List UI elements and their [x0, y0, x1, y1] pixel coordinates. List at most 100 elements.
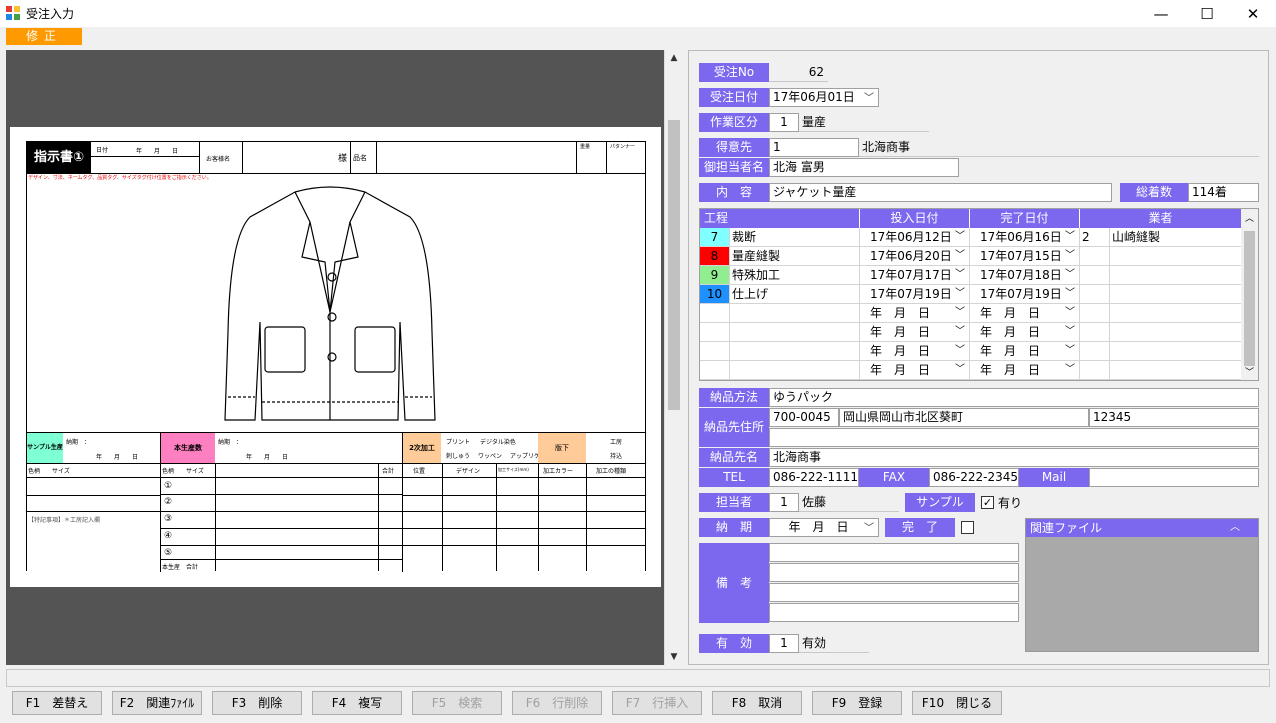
remarks-line3[interactable] — [769, 583, 1019, 602]
remarks-line2[interactable] — [769, 563, 1019, 582]
grid-scroll-thumb[interactable] — [1244, 231, 1255, 366]
vendor-name-cell[interactable] — [1110, 361, 1242, 380]
chevron-down-icon[interactable]: ﹀ — [955, 228, 965, 246]
start-date-cell[interactable]: 年 月 日 ﹀ — [860, 304, 970, 323]
process-code-cell[interactable]: 10 — [700, 285, 730, 304]
chevron-down-icon[interactable]: ﹀ — [955, 323, 965, 341]
start-date-cell[interactable]: 年 月 日 ﹀ — [860, 342, 970, 361]
address-input[interactable]: 岡山県岡山市北区葵町 — [839, 408, 1089, 427]
fkey-button-5[interactable]: F5 検索 — [412, 691, 502, 715]
chevron-down-icon[interactable]: ﹀ — [1065, 361, 1075, 379]
chevron-down-icon[interactable]: ﹀ — [1065, 228, 1075, 246]
start-date-cell[interactable]: 17年06月20日 ﹀ — [860, 247, 970, 266]
chevron-down-icon[interactable]: ﹀ — [955, 304, 965, 322]
process-name-cell[interactable] — [730, 304, 860, 323]
vendor-code-cell[interactable] — [1080, 285, 1110, 304]
process-code-cell[interactable]: 8 — [700, 247, 730, 266]
end-date-cell[interactable]: 年 月 日 ﹀ — [970, 304, 1080, 323]
chevron-down-icon[interactable]: ﹀ — [955, 361, 965, 379]
process-grid[interactable]: 工程 投入日付 完了日付 業者 7 裁断 17年06月12日 ﹀ 17年06月16日 ﹀ 2… — [699, 208, 1259, 381]
preview-scrollbar[interactable]: ▲ ▼ — [664, 50, 682, 665]
done-checkbox[interactable] — [961, 521, 974, 534]
order-date-picker[interactable]: 17年06月01日 ﹀ — [769, 88, 879, 107]
mail-input[interactable] — [1089, 468, 1259, 487]
delivery-name-input[interactable]: 北海商事 — [769, 448, 1259, 467]
contact-input[interactable]: 北海 富男 — [769, 158, 959, 177]
sample-checkbox[interactable]: ✓ — [981, 496, 994, 509]
staff-code-input[interactable]: 1 — [769, 493, 799, 512]
fkey-button-7[interactable]: F7 行挿入 — [612, 691, 702, 715]
process-code-cell[interactable]: 9 — [700, 266, 730, 285]
vendor-code-cell[interactable] — [1080, 304, 1110, 323]
chevron-up-icon[interactable]: ︿ — [1230, 519, 1240, 537]
vendor-code-cell[interactable] — [1080, 342, 1110, 361]
chevron-down-icon[interactable]: ﹀ — [955, 247, 965, 265]
chevron-down-icon[interactable]: ﹀ — [955, 285, 965, 303]
scroll-up-icon[interactable]: ︿ — [1241, 211, 1258, 224]
start-date-cell[interactable]: 年 月 日 ﹀ — [860, 361, 970, 380]
total-value[interactable]: 114着 — [1188, 183, 1259, 202]
related-files-panel[interactable]: 関連ファイル ︿ — [1025, 518, 1259, 652]
fkey-button-3[interactable]: F3 削除 — [212, 691, 302, 715]
vendor-name-cell[interactable] — [1110, 304, 1242, 323]
chevron-down-icon[interactable]: ﹀ — [1065, 304, 1075, 322]
vendor-name-cell[interactable] — [1110, 323, 1242, 342]
process-name-cell[interactable]: 仕上げ — [730, 285, 860, 304]
process-name-cell[interactable] — [730, 323, 860, 342]
maximize-button[interactable]: ☐ — [1184, 0, 1230, 27]
end-date-cell[interactable]: 17年07月19日 ﹀ — [970, 285, 1080, 304]
chevron-down-icon[interactable]: ﹀ — [955, 342, 965, 360]
address-line2-input[interactable] — [769, 428, 1259, 447]
vendor-name-cell[interactable] — [1110, 266, 1242, 285]
fkey-button-4[interactable]: F4 複写 — [312, 691, 402, 715]
vendor-name-cell[interactable]: 山崎縫製 — [1110, 228, 1242, 247]
close-button[interactable]: ✕ — [1230, 0, 1276, 27]
end-date-cell[interactable]: 17年07月18日 ﹀ — [970, 266, 1080, 285]
fkey-button-6[interactable]: F6 行削除 — [512, 691, 602, 715]
deadline-picker[interactable]: 年 月 日 ﹀ — [769, 518, 879, 537]
chevron-down-icon[interactable]: ﹀ — [864, 520, 874, 536]
vendor-code-cell[interactable] — [1080, 361, 1110, 380]
chevron-down-icon[interactable]: ﹀ — [1065, 247, 1075, 265]
end-date-cell[interactable]: 17年07月15日 ﹀ — [970, 247, 1080, 266]
address-number-input[interactable]: 12345 — [1089, 408, 1259, 427]
process-code-cell[interactable] — [700, 361, 730, 380]
start-date-cell[interactable]: 年 月 日 ﹀ — [860, 323, 970, 342]
fkey-button-1[interactable]: F1 差替え — [12, 691, 102, 715]
vendor-name-cell[interactable] — [1110, 285, 1242, 304]
process-name-cell[interactable]: 量産縫製 — [730, 247, 860, 266]
minimize-button[interactable]: — — [1138, 0, 1184, 27]
chevron-down-icon[interactable]: ﹀ — [1065, 266, 1075, 284]
end-date-cell[interactable]: 17年06月16日 ﹀ — [970, 228, 1080, 247]
vendor-name-cell[interactable] — [1110, 247, 1242, 266]
end-date-cell[interactable]: 年 月 日 ﹀ — [970, 342, 1080, 361]
chevron-down-icon[interactable]: ﹀ — [1065, 285, 1075, 303]
scroll-thumb[interactable] — [668, 120, 680, 410]
scroll-down-icon[interactable]: ▼ — [665, 649, 683, 665]
process-code-cell[interactable] — [700, 342, 730, 361]
process-name-cell[interactable] — [730, 342, 860, 361]
fax-input[interactable]: 086-222-2345 — [929, 468, 1019, 487]
process-name-cell[interactable]: 特殊加工 — [730, 266, 860, 285]
tel-input[interactable]: 086-222-1111 — [769, 468, 859, 487]
chevron-down-icon[interactable]: ﹀ — [955, 266, 965, 284]
fkey-button-9[interactable]: F9 登録 — [812, 691, 902, 715]
remarks-line1[interactable] — [769, 543, 1019, 562]
grid-scrollbar[interactable]: ︿ ﹀ — [1241, 209, 1258, 380]
vendor-name-cell[interactable] — [1110, 342, 1242, 361]
chevron-down-icon[interactable]: ﹀ — [1065, 323, 1075, 341]
process-code-cell[interactable]: 7 — [700, 228, 730, 247]
work-type-code[interactable]: 1 — [769, 113, 799, 132]
process-name-cell[interactable]: 裁断 — [730, 228, 860, 247]
valid-code-input[interactable]: 1 — [769, 634, 799, 653]
remarks-line4[interactable] — [769, 603, 1019, 622]
chevron-down-icon[interactable]: ﹀ — [1065, 342, 1075, 360]
vendor-code-cell[interactable] — [1080, 323, 1110, 342]
vendor-code-cell[interactable] — [1080, 247, 1110, 266]
client-code-input[interactable]: 1 — [769, 138, 859, 157]
start-date-cell[interactable]: 17年07月17日 ﹀ — [860, 266, 970, 285]
fkey-button-2[interactable]: F2 関連ﾌｧｲﾙ — [112, 691, 202, 715]
start-date-cell[interactable]: 17年06月12日 ﹀ — [860, 228, 970, 247]
scroll-down-icon[interactable]: ﹀ — [1241, 365, 1258, 378]
vendor-code-cell[interactable] — [1080, 266, 1110, 285]
